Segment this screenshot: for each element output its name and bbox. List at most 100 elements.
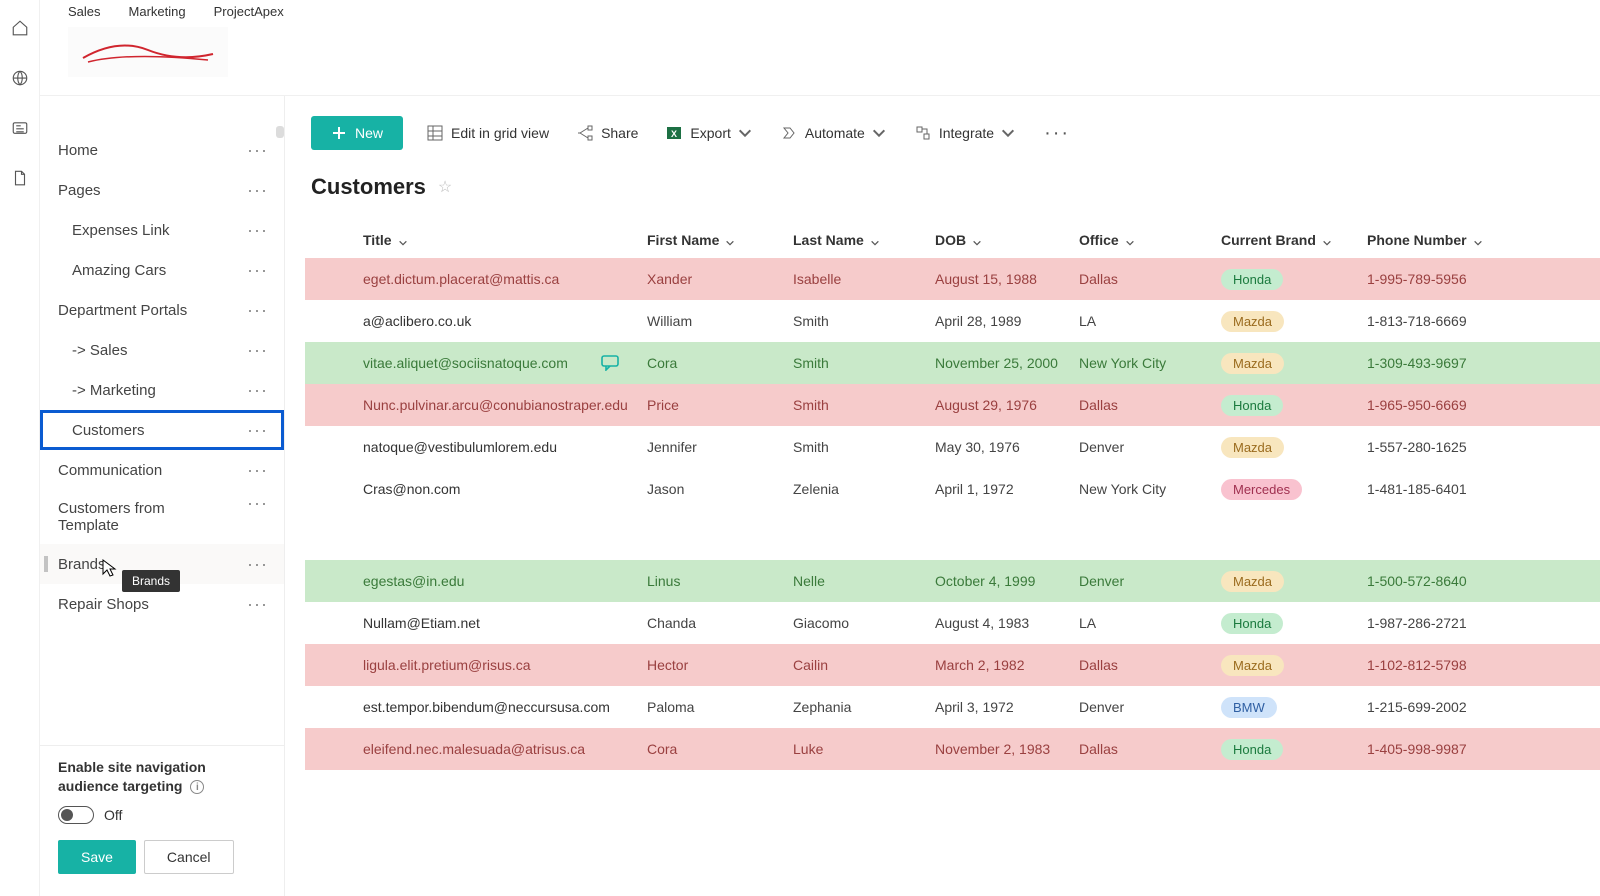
table-row[interactable]: natoque@vestibulumlorem.eduJenniferSmith… [305, 426, 1600, 468]
edit-grid-button[interactable]: Edit in grid view [423, 120, 553, 146]
drag-handle[interactable] [44, 556, 48, 572]
comment-icon[interactable] [601, 355, 621, 371]
sidebar-item-label: Customers [72, 422, 145, 439]
cell-title[interactable]: est.tempor.bibendum@neccursusa.com [363, 699, 647, 715]
column-phone[interactable]: Phone Number [1367, 232, 1517, 248]
cell-dob: May 30, 1976 [935, 439, 1079, 455]
chevron-down-icon [1473, 235, 1483, 245]
sidebar-item-customers-from-template[interactable]: Customers from Template··· [40, 490, 284, 544]
share-button[interactable]: Share [573, 120, 642, 146]
table-row[interactable]: Nullam@Etiam.netChandaGiacomoAugust 4, 1… [305, 602, 1600, 644]
item-actions-button[interactable]: ··· [247, 561, 268, 567]
table-row[interactable]: est.tempor.bibendum@neccursusa.comPaloma… [305, 686, 1600, 728]
item-actions-button[interactable]: ··· [247, 601, 268, 607]
brand-badge: Mercedes [1221, 479, 1302, 500]
chevron-down-icon [725, 235, 735, 245]
sidebar-item--marketing[interactable]: -> Marketing··· [40, 370, 284, 410]
automate-button[interactable]: Automate [777, 120, 891, 146]
cell-brand: Mazda [1221, 353, 1367, 374]
item-actions-button[interactable]: ··· [247, 467, 268, 473]
news-icon[interactable] [10, 118, 30, 138]
sidebar-item-amazing-cars[interactable]: Amazing Cars ··· [40, 250, 284, 290]
cell-phone: 1-557-280-1625 [1367, 439, 1517, 455]
top-tab-sales[interactable]: Sales [68, 4, 101, 19]
sidebar-item-label: Amazing Cars [72, 262, 166, 279]
cell-office: Denver [1079, 439, 1221, 455]
item-actions-button[interactable]: ··· [247, 227, 268, 233]
cancel-button[interactable]: Cancel [144, 840, 234, 874]
table-row[interactable]: eget.dictum.placerat@mattis.caXanderIsab… [305, 258, 1600, 300]
column-title[interactable]: Title [363, 232, 647, 248]
table-row[interactable]: eleifend.nec.malesuada@atrisus.caCoraLuk… [305, 728, 1600, 770]
cell-firstname: Jennifer [647, 439, 793, 455]
table-row[interactable]: a@aclibero.co.ukWilliamSmithApril 28, 19… [305, 300, 1600, 342]
cell-title[interactable]: a@aclibero.co.uk [363, 313, 647, 329]
cell-lastname: Zelenia [793, 481, 935, 497]
cell-firstname: Paloma [647, 699, 793, 715]
sidebar-item-pages[interactable]: Pages··· [40, 170, 284, 210]
item-actions-button[interactable]: ··· [247, 307, 268, 313]
item-actions-button[interactable]: ··· [247, 387, 268, 393]
item-actions-button[interactable]: ··· [247, 427, 268, 433]
cell-office: Dallas [1079, 741, 1221, 757]
item-actions-button[interactable]: ··· [247, 267, 268, 273]
cell-phone: 1-965-950-6669 [1367, 397, 1517, 413]
audience-targeting-toggle[interactable] [58, 806, 94, 824]
cell-phone: 1-995-789-5956 [1367, 271, 1517, 287]
home-icon[interactable] [10, 18, 30, 38]
more-actions-button[interactable]: ··· [1040, 122, 1074, 145]
cell-title[interactable]: ligula.elit.pretium@risus.ca [363, 657, 647, 673]
cell-title[interactable]: egestas@in.edu [363, 573, 647, 589]
sidebar-item-department-portals[interactable]: Department Portals··· [40, 290, 284, 330]
cell-title[interactable]: natoque@vestibulumlorem.edu [363, 439, 647, 455]
sidebar-item-customers[interactable]: Customers ··· [40, 410, 284, 450]
cell-title[interactable]: eget.dictum.placerat@mattis.ca [363, 271, 647, 287]
globe-icon[interactable] [10, 68, 30, 88]
cell-firstname: Xander [647, 271, 793, 287]
item-actions-button[interactable]: ··· [247, 500, 268, 506]
item-actions-button[interactable]: ··· [247, 187, 268, 193]
cell-firstname: William [647, 313, 793, 329]
plus-icon [331, 125, 347, 141]
new-button[interactable]: New [311, 116, 403, 150]
item-actions-button[interactable]: ··· [247, 147, 268, 153]
sidebar-item-expenses-link[interactable]: Expenses Link··· [40, 210, 284, 250]
column-office[interactable]: Office [1079, 232, 1221, 248]
table-row[interactable]: Cras@non.comJasonZeleniaApril 1, 1972New… [305, 468, 1600, 510]
sidebar-item-home[interactable]: Home··· [40, 130, 284, 170]
cell-title[interactable]: Cras@non.com [363, 481, 647, 497]
cell-firstname: Jason [647, 481, 793, 497]
brand-badge: Mazda [1221, 353, 1284, 374]
column-brand[interactable]: Current Brand [1221, 232, 1367, 248]
cell-title[interactable]: vitae.aliquet@sociisnatoque.com [363, 355, 647, 371]
cell-dob: August 4, 1983 [935, 615, 1079, 631]
top-tab-marketing[interactable]: Marketing [129, 4, 186, 19]
table-row[interactable]: ligula.elit.pretium@risus.caHectorCailin… [305, 644, 1600, 686]
top-tab-projectapex[interactable]: ProjectApex [214, 4, 284, 19]
export-button[interactable]: X Export [662, 120, 756, 146]
cell-title[interactable]: Nunc.pulvinar.arcu@conubianostraper.edu [363, 397, 647, 413]
cell-brand: Honda [1221, 739, 1367, 760]
chevron-down-icon [1125, 235, 1135, 245]
cell-firstname: Price [647, 397, 793, 413]
cell-title[interactable]: Nullam@Etiam.net [363, 615, 647, 631]
share-icon [577, 125, 593, 141]
item-actions-button[interactable]: ··· [247, 347, 268, 353]
column-lastname[interactable]: Last Name [793, 232, 935, 248]
info-icon[interactable]: i [190, 780, 204, 794]
document-icon[interactable] [10, 168, 30, 188]
integrate-button[interactable]: Integrate [911, 120, 1020, 146]
column-dob[interactable]: DOB [935, 232, 1079, 248]
table-row[interactable]: vitae.aliquet@sociisnatoque.comCoraSmith… [305, 342, 1600, 384]
app-rail [0, 0, 40, 896]
sidebar-item--sales[interactable]: -> Sales··· [40, 330, 284, 370]
sidebar-item-brands[interactable]: Brands···Brands [40, 544, 284, 584]
save-button[interactable]: Save [58, 840, 136, 874]
sidebar-item-communication[interactable]: Communication··· [40, 450, 284, 490]
column-firstname[interactable]: First Name [647, 232, 793, 248]
chevron-down-icon [398, 235, 408, 245]
favorite-star-icon[interactable]: ☆ [438, 177, 452, 197]
table-row[interactable]: Nunc.pulvinar.arcu@conubianostraper.eduP… [305, 384, 1600, 426]
cell-title[interactable]: eleifend.nec.malesuada@atrisus.ca [363, 741, 647, 757]
table-row[interactable]: egestas@in.eduLinusNelleOctober 4, 1999D… [305, 560, 1600, 602]
